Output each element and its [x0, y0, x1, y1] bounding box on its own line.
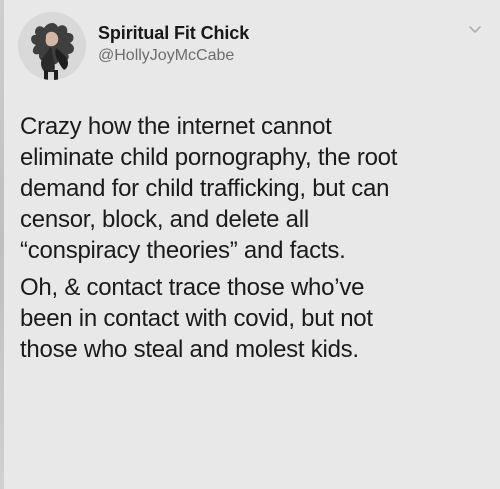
left-edge-shadow [0, 0, 4, 489]
tweet-header: Spiritual Fit Chick @HollyJoyMcCabe [14, 12, 486, 82]
tweet-text: Crazy how the internet cannot eliminate … [20, 111, 490, 365]
tweet-card: Spiritual Fit Chick @HollyJoyMcCabe Craz… [0, 0, 500, 489]
profile-avatar-icon [18, 12, 86, 80]
author-display-name[interactable]: Spiritual Fit Chick [98, 22, 249, 44]
tweet-paragraph-1: Crazy how the internet cannot eliminate … [20, 113, 398, 264]
author-names: Spiritual Fit Chick @HollyJoyMcCabe [98, 22, 249, 67]
avatar[interactable] [18, 12, 86, 80]
chevron-down-icon[interactable] [466, 20, 484, 38]
tweet-paragraph-2: Oh, & contact trace those who’ve been in… [20, 274, 373, 363]
author-handle[interactable]: @HollyJoyMcCabe [98, 45, 249, 67]
